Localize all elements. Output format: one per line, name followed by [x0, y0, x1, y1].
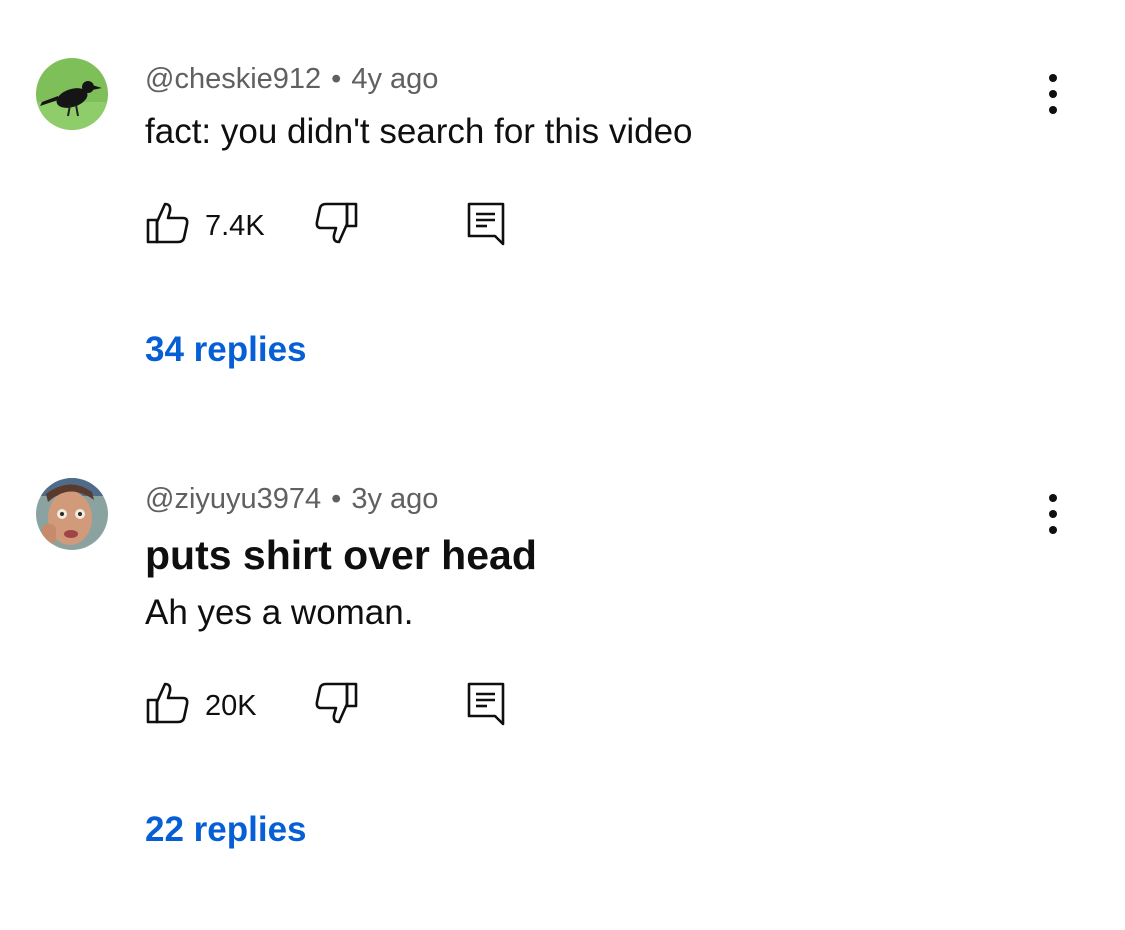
comment-meta: @cheskie912 • 4y ago: [145, 63, 438, 96]
comment-text: Ah yes a woman.: [145, 593, 414, 632]
like-count: 20K: [205, 690, 257, 722]
like-count: 7.4K: [205, 210, 265, 242]
comment-actions: 7.4K: [145, 200, 525, 250]
replies-link[interactable]: 34 replies: [145, 330, 307, 370]
crow-avatar-icon: [36, 58, 108, 130]
comment-actions: 20K: [145, 680, 525, 730]
thumbs-up-icon[interactable]: [145, 200, 191, 251]
meta-separator: •: [331, 483, 342, 515]
thumbs-down-icon[interactable]: [313, 200, 359, 251]
avatar[interactable]: [36, 478, 108, 550]
thumbs-down-icon[interactable]: [313, 680, 359, 731]
reply-icon[interactable]: [465, 680, 507, 733]
avatar[interactable]: [36, 58, 108, 130]
thumbs-up-icon[interactable]: [145, 680, 191, 731]
comment-time: 3y ago: [351, 483, 439, 515]
replies-link[interactable]: 22 replies: [145, 810, 307, 850]
reply-icon[interactable]: [465, 200, 507, 253]
comment-text: fact: you didn't search for this video: [145, 112, 693, 151]
comment-time: 4y ago: [351, 63, 439, 95]
author-handle[interactable]: @cheskie912: [145, 63, 321, 95]
painted-face-avatar-icon: [36, 478, 108, 550]
more-vertical-icon[interactable]: [1038, 72, 1068, 116]
meta-separator: •: [331, 63, 342, 95]
comment-meta: @ziyuyu3974 • 3y ago: [145, 483, 438, 516]
author-handle[interactable]: @ziyuyu3974: [145, 483, 321, 515]
more-vertical-icon[interactable]: [1038, 492, 1068, 536]
comment-bold-text: puts shirt over head: [145, 532, 537, 578]
